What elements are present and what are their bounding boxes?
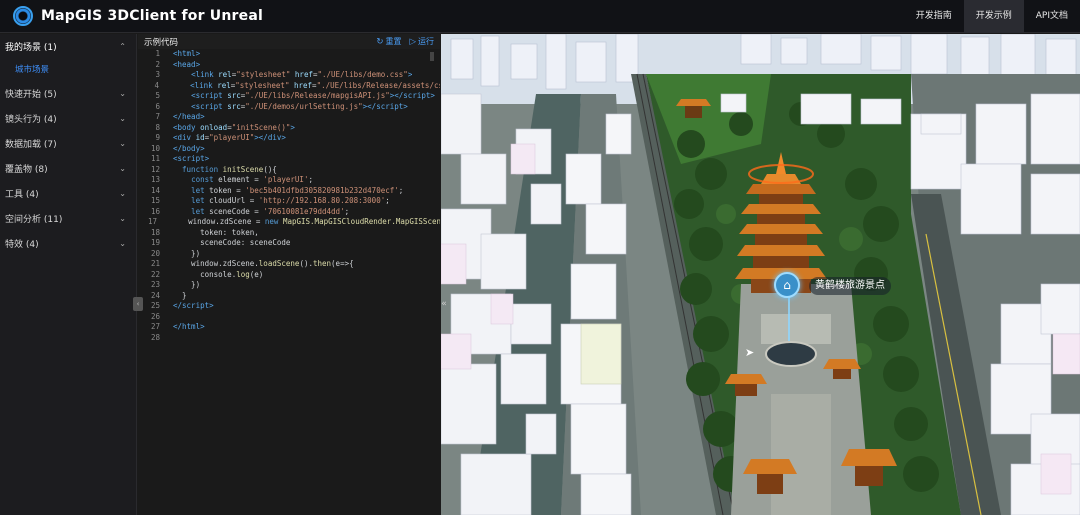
chevron-down-icon: ⌄ bbox=[119, 164, 126, 173]
home-marker-icon[interactable]: ⌂ bbox=[774, 272, 800, 298]
app-title: MapGIS 3DClient for Unreal bbox=[41, 8, 263, 24]
sidebar-group-label: 覆盖物 (8) bbox=[5, 165, 48, 175]
code-panel-title: 示例代码 bbox=[144, 37, 179, 48]
chevron-down-icon: ⌄ bbox=[119, 114, 126, 123]
code-editor[interactable]: 1 <html> 2 <head> 3 <link rel="stylesheet"… bbox=[138, 49, 440, 515]
nav-dev-guide[interactable]: 开发指南 bbox=[904, 0, 964, 33]
chevron-up-icon: ⌃ bbox=[119, 42, 126, 51]
top-bar: MapGIS 3DClient for Unreal 开发指南 开发示例 API… bbox=[0, 0, 1080, 33]
refresh-icon: ↻ bbox=[376, 36, 384, 47]
sidebar-group-label: 快速开始 (5) bbox=[5, 90, 57, 100]
mapgis-logo-icon bbox=[13, 6, 33, 26]
sidebar-group-overlays[interactable]: 覆盖物 (8) ⌄ bbox=[0, 156, 136, 181]
nav-api-docs[interactable]: API文档 bbox=[1024, 0, 1080, 33]
code-scrollbar[interactable] bbox=[430, 52, 434, 61]
sidebar-group-label: 工具 (4) bbox=[5, 190, 39, 200]
chevron-down-icon: ⌄ bbox=[119, 189, 126, 198]
sidebar-group-effects[interactable]: 特效 (4) ⌄ bbox=[0, 231, 136, 256]
nav-dev-examples[interactable]: 开发示例 bbox=[963, 0, 1024, 33]
poi-label[interactable]: 黄鹤楼旅游景点 bbox=[809, 277, 891, 295]
sidebar-group-label: 数据加载 (7) bbox=[5, 140, 57, 150]
chevron-down-icon: ⌄ bbox=[119, 239, 126, 248]
top-nav: 开发指南 开发示例 API文档 bbox=[904, 0, 1080, 33]
chevron-down-icon: ⌄ bbox=[119, 139, 126, 148]
3d-scene-viewport[interactable]: ⌂ 黄鹤楼旅游景点 ➤ bbox=[441, 34, 1080, 515]
reset-label: 重置 bbox=[385, 37, 402, 46]
sidebar-group-label: 特效 (4) bbox=[5, 240, 39, 250]
sidebar-group-my-scenes[interactable]: 我的场景 (1) ⌃ bbox=[0, 34, 136, 59]
scene-render bbox=[441, 34, 1080, 515]
sidebar-collapse-handle[interactable]: ‹ bbox=[133, 297, 143, 311]
code-panel-collapse-handle[interactable]: « bbox=[440, 297, 448, 311]
reset-button[interactable]: ↻ 重置 bbox=[376, 36, 401, 47]
play-circle-icon: ▷ bbox=[409, 36, 416, 47]
sidebar-group-tools[interactable]: 工具 (4) ⌄ bbox=[0, 181, 136, 206]
sidebar-group-camera[interactable]: 镜头行为 (4) ⌄ bbox=[0, 106, 136, 131]
sidebar-group-label: 我的场景 (1) bbox=[5, 43, 57, 53]
sidebar-group-spatial-analysis[interactable]: 空间分析 (11) ⌄ bbox=[0, 206, 136, 231]
run-button[interactable]: ▷ 运行 bbox=[409, 36, 434, 47]
sidebar: 我的场景 (1) ⌃ 城市场景 快速开始 (5) ⌄ 镜头行为 (4) ⌄ 数据加载 … bbox=[0, 34, 137, 515]
mouse-cursor-icon: ➤ bbox=[745, 346, 755, 359]
sidebar-group-data-loading[interactable]: 数据加载 (7) ⌄ bbox=[0, 131, 136, 156]
sidebar-group-quick-start[interactable]: 快速开始 (5) ⌄ bbox=[0, 81, 136, 106]
sidebar-group-label: 空间分析 (11) bbox=[5, 215, 63, 225]
sidebar-item-city-scene[interactable]: 城市场景 bbox=[0, 59, 136, 81]
code-panel-header: 示例代码 ↻ 重置 ▷ 运行 bbox=[138, 34, 440, 49]
sidebar-group-label: 镜头行为 (4) bbox=[5, 115, 57, 125]
chevron-down-icon: ⌄ bbox=[119, 89, 126, 98]
run-label: 运行 bbox=[418, 37, 434, 46]
chevron-down-icon: ⌄ bbox=[119, 214, 126, 223]
code-panel: 示例代码 ↻ 重置 ▷ 运行 1 <html> 2 <head> 3 <link rel… bbox=[138, 34, 440, 515]
